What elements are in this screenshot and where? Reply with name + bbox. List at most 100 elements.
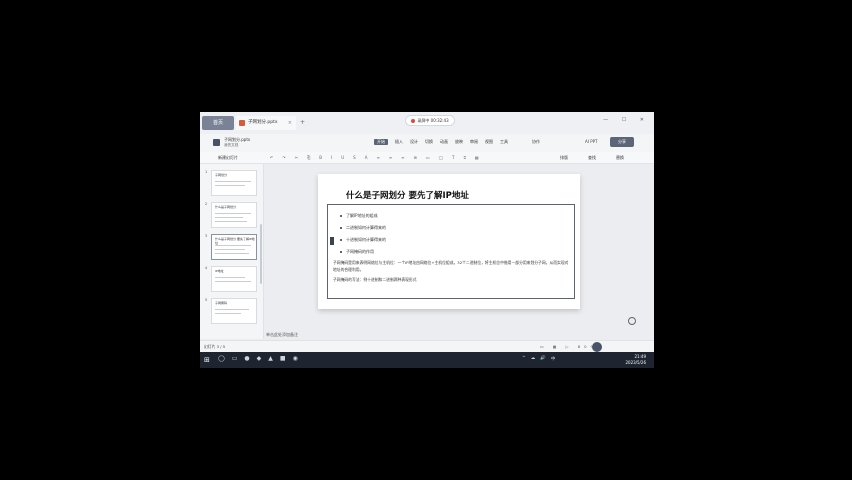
- content-box[interactable]: 了解IP地址的组成 二进制如何计算得来的 十进制如何计算得来的 子网掩码的作用 …: [327, 204, 575, 299]
- bullet-text: 了解IP地址的组成: [346, 213, 378, 218]
- format-tools: ↶ ↷ ✂ ⎘ B I U S A ≡ ≡ ≡ ⊞ ▭ ◯ T ⌗ ▦: [270, 155, 479, 160]
- undo-icon[interactable]: ↶: [270, 155, 273, 160]
- bullet-item[interactable]: 了解IP地址的组成: [340, 213, 386, 219]
- menu-item-slideshow[interactable]: 放映: [455, 139, 463, 145]
- bullet-icon: [340, 227, 342, 229]
- thumbnail-item[interactable]: 3 什么是子网划分 要先了解IP地址: [205, 234, 257, 264]
- clock[interactable]: 21:49 2023/5/26: [625, 354, 646, 366]
- recording-status[interactable]: 录屏中 00:32:43: [405, 115, 455, 126]
- italic-icon[interactable]: I: [331, 155, 332, 160]
- shape-icon[interactable]: ▭: [426, 155, 430, 160]
- menu-item-design[interactable]: 设计: [410, 139, 418, 145]
- align-left-icon[interactable]: ≡: [376, 155, 379, 160]
- assistant-icon[interactable]: [628, 317, 636, 325]
- document-tab[interactable]: 子网划分.pptx ×: [236, 116, 296, 130]
- thumbnail-title: 子网划分: [215, 173, 228, 177]
- notes-placeholder[interactable]: 单击此处添加备注: [266, 332, 298, 338]
- slide[interactable]: 什么是子网划分 要先了解IP地址 了解IP地址的组成 二进制如何计算得来的 十进…: [318, 174, 580, 309]
- thumbnail-number: 1: [205, 170, 208, 174]
- thumbnail-line: [215, 245, 251, 246]
- document-tab-label: 子网划分.pptx: [248, 120, 278, 125]
- thumbnail[interactable]: 子网划分: [211, 170, 257, 196]
- textbox-icon[interactable]: T: [452, 155, 454, 160]
- app-icon[interactable]: ◉: [293, 355, 298, 362]
- bullet-item[interactable]: 二进制如何计算得来的: [340, 225, 386, 231]
- bullet-item[interactable]: 子网掩码的作用: [340, 249, 386, 255]
- slide-title[interactable]: 什么是子网划分 要先了解IP地址: [346, 189, 469, 201]
- redo-icon[interactable]: ↷: [282, 155, 285, 160]
- grid-icon[interactable]: ⌗: [464, 155, 466, 160]
- replace-button[interactable]: 替换: [616, 155, 624, 161]
- search-icon[interactable]: ◯: [218, 355, 225, 362]
- new-tab-button[interactable]: +: [300, 116, 305, 130]
- find-button[interactable]: 查找: [588, 155, 596, 161]
- chart-icon[interactable]: ▦: [475, 155, 479, 160]
- align-center-icon[interactable]: ≡: [389, 155, 392, 160]
- thumbnail[interactable]: 什么是子网划分: [211, 202, 257, 228]
- bullet-icon: [340, 239, 342, 241]
- window-controls[interactable]: — ☐ ✕: [603, 117, 650, 123]
- thumbnail-item[interactable]: 1 子网划分: [205, 170, 257, 200]
- slide-paragraph[interactable]: 子网掩码是用来表明网络位与主机位：一个IP地址由网络位+主机位组成，32个二进制…: [333, 259, 569, 273]
- right-tools: 排版 查找 替换: [560, 155, 624, 161]
- app-icon[interactable]: ◆: [257, 355, 262, 362]
- ppt-file-icon: [239, 120, 245, 126]
- ai-ppt-button[interactable]: AI PPT: [585, 139, 597, 144]
- cloud-icon[interactable]: ☁: [531, 356, 536, 362]
- app-window: 首页 子网划分.pptx × + 录屏中 00:32:43 — ☐ ✕ 子网划分…: [200, 112, 654, 368]
- app-icon[interactable]: ■: [280, 355, 286, 362]
- bold-icon[interactable]: B: [319, 155, 322, 160]
- share-button[interactable]: 分享: [610, 137, 634, 147]
- system-tray: ^ ☁ 🔊 中: [522, 356, 555, 362]
- cut-icon[interactable]: ✂: [295, 155, 298, 160]
- collab-button[interactable]: 协作: [532, 139, 540, 145]
- menu-item-transition[interactable]: 切换: [425, 139, 433, 145]
- thumbnail-line: [215, 185, 245, 186]
- thumbnail[interactable]: IP地址: [211, 266, 257, 292]
- thumbnail-line: [215, 277, 245, 278]
- tray-expand-icon[interactable]: ^: [522, 356, 526, 362]
- thumbnail-item[interactable]: 4 IP地址: [205, 266, 257, 296]
- volume-icon[interactable]: 🔊: [540, 356, 546, 362]
- app-icon[interactable]: ▲: [268, 355, 273, 362]
- menu-item-home[interactable]: 开始: [374, 139, 388, 145]
- thumbnail[interactable]: 子网掩码: [211, 298, 257, 324]
- record-icon: [411, 119, 416, 123]
- thumbnail-number: 3: [205, 234, 208, 238]
- bullet-item[interactable]: 十进制如何计算得来的: [340, 237, 386, 243]
- bullet-text: 十进制如何计算得来的: [346, 237, 386, 242]
- start-button[interactable]: ⊞: [204, 356, 210, 364]
- thumbnail-item[interactable]: 2 什么是子网划分: [205, 202, 257, 232]
- font-color-icon[interactable]: A: [365, 155, 368, 160]
- home-tab[interactable]: 首页: [202, 116, 234, 130]
- view-controls[interactable]: ▭ ▦ ▷ 80%: [540, 344, 598, 349]
- menu-item-review[interactable]: 审阅: [470, 139, 478, 145]
- zoom-fit-icon[interactable]: [592, 342, 602, 352]
- underline-icon[interactable]: U: [341, 155, 344, 160]
- circle-icon[interactable]: ◯: [439, 155, 443, 160]
- browser-icon[interactable]: ●: [244, 355, 249, 362]
- menu-item-tools[interactable]: 工具: [500, 139, 508, 145]
- strike-icon[interactable]: S: [353, 155, 356, 160]
- layout-button[interactable]: 排版: [560, 155, 568, 161]
- align-right-icon[interactable]: ≡: [401, 155, 404, 160]
- thumbnail-scrollbar[interactable]: [260, 224, 262, 284]
- thumbnail-line: [215, 253, 249, 254]
- thumbnail-selected[interactable]: 什么是子网划分 要先了解IP地址: [211, 234, 257, 260]
- new-slide-button[interactable]: 新建幻灯片: [218, 155, 238, 161]
- menu-item-view[interactable]: 视图: [485, 139, 493, 145]
- menu-item-insert[interactable]: 插入: [395, 139, 403, 145]
- copy-icon[interactable]: ⎘: [307, 155, 310, 160]
- menu-item-animation[interactable]: 动画: [440, 139, 448, 145]
- table-icon[interactable]: ⊞: [414, 155, 417, 160]
- ime-indicator[interactable]: 中: [551, 356, 556, 362]
- accent-bar: [330, 237, 334, 245]
- bullet-icon: [340, 251, 342, 253]
- slide-paragraph-2[interactable]: 子网掩码的写法：例十进制和二进制两种表现形式: [333, 277, 417, 283]
- thumbnail-line: [215, 281, 251, 282]
- close-icon[interactable]: ×: [288, 116, 292, 130]
- thumbnail-item[interactable]: 5 子网掩码: [205, 298, 257, 328]
- thumbnail-title: 子网掩码: [215, 301, 228, 305]
- app-logo-icon: [213, 139, 220, 146]
- task-view-icon[interactable]: ▭: [232, 355, 238, 362]
